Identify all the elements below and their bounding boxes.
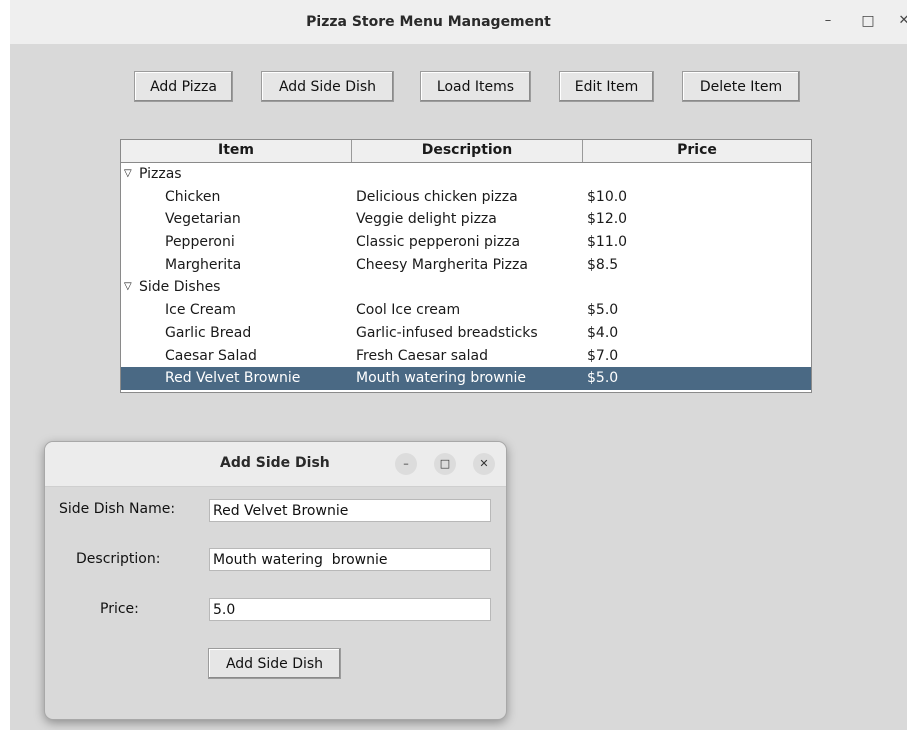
description-cell: Cool Ice cream — [356, 302, 461, 319]
description-cell: Veggie delight pizza — [356, 211, 497, 228]
dialog-title: Add Side Dish — [220, 455, 330, 471]
description-cell: Delicious chicken pizza — [356, 188, 518, 205]
dialog-close-icon[interactable]: ✕ — [473, 453, 495, 475]
item-cell: Chicken — [165, 188, 221, 205]
price-cell: $4.0 — [587, 324, 619, 341]
side-dish-name-input[interactable] — [209, 499, 491, 522]
table-row-selected[interactable]: Red Velvet Brownie Mouth watering browni… — [121, 367, 811, 390]
price-cell: $10.0 — [587, 188, 628, 205]
price-label: Price: — [100, 601, 139, 617]
dialog-maximize-icon[interactable]: □ — [434, 453, 456, 475]
minimize-icon[interactable]: – — [820, 13, 836, 29]
group-label: Side Dishes — [139, 279, 221, 296]
table-row[interactable]: Chicken Delicious chicken pizza $10.0 — [121, 186, 811, 209]
price-cell: $11.0 — [587, 234, 628, 251]
description-input[interactable] — [209, 548, 491, 571]
item-cell: Vegetarian — [165, 211, 241, 228]
price-cell: $5.0 — [587, 302, 619, 319]
price-cell: $7.0 — [587, 347, 619, 364]
table-row[interactable]: Caesar Salad Fresh Caesar salad $7.0 — [121, 345, 811, 368]
description-cell: Mouth watering brownie — [356, 370, 527, 387]
menu-tree[interactable]: Item Description Price ▽ Pizzas Chicken … — [120, 139, 812, 393]
add-pizza-button[interactable]: Add Pizza — [134, 71, 233, 102]
description-cell: Garlic-infused breadsticks — [356, 324, 538, 341]
item-cell: Red Velvet Brownie — [165, 370, 301, 387]
add-side-dish-button[interactable]: Add Side Dish — [261, 71, 394, 102]
description-label: Description: — [76, 551, 161, 567]
item-cell: Pepperoni — [165, 234, 235, 251]
price-cell: $8.5 — [587, 256, 619, 273]
item-cell: Garlic Bread — [165, 324, 252, 341]
dialog-titlebar[interactable]: Add Side Dish – □ ✕ — [45, 442, 506, 487]
add-side-dish-submit-button[interactable]: Add Side Dish — [208, 648, 341, 679]
side-dish-name-label: Side Dish Name: — [59, 501, 176, 517]
table-row[interactable]: Garlic Bread Garlic-infused breadsticks … — [121, 322, 811, 345]
edit-item-button[interactable]: Edit Item — [559, 71, 654, 102]
add-side-dish-dialog: Add Side Dish – □ ✕ Side Dish Name: Desc… — [44, 441, 507, 720]
expand-triangle-icon[interactable]: ▽ — [124, 276, 132, 299]
description-cell: Classic pepperoni pizza — [356, 234, 521, 251]
item-cell: Caesar Salad — [165, 347, 257, 364]
item-cell: Ice Cream — [165, 302, 236, 319]
group-label: Pizzas — [139, 166, 182, 182]
price-input[interactable] — [209, 598, 491, 621]
table-row[interactable]: Vegetarian Veggie delight pizza $12.0 — [121, 208, 811, 231]
dialog-minimize-icon[interactable]: – — [395, 453, 417, 475]
load-items-button[interactable]: Load Items — [420, 71, 531, 102]
column-header-price[interactable]: Price — [583, 140, 811, 162]
tree-header: Item Description Price — [121, 140, 811, 163]
tree-group-side-dishes[interactable]: ▽ Side Dishes — [121, 276, 811, 299]
window-title: Pizza Store Menu Management — [306, 14, 551, 30]
table-row[interactable]: Ice Cream Cool Ice cream $5.0 — [121, 299, 811, 322]
price-cell: $12.0 — [587, 211, 628, 228]
description-cell: Fresh Caesar salad — [356, 347, 488, 364]
item-cell: Margherita — [165, 256, 242, 273]
expand-triangle-icon[interactable]: ▽ — [124, 163, 132, 186]
column-header-item[interactable]: Item — [121, 140, 352, 162]
tree-group-pizzas[interactable]: ▽ Pizzas — [121, 163, 811, 186]
maximize-icon[interactable]: □ — [860, 13, 876, 29]
close-icon[interactable]: ✕ — [896, 13, 907, 29]
table-row[interactable]: Pepperoni Classic pepperoni pizza $11.0 — [121, 231, 811, 254]
delete-item-button[interactable]: Delete Item — [682, 71, 800, 102]
table-row[interactable]: Margherita Cheesy Margherita Pizza $8.5 — [121, 254, 811, 277]
column-header-description[interactable]: Description — [352, 140, 583, 162]
main-titlebar[interactable]: Pizza Store Menu Management – □ ✕ — [10, 0, 907, 44]
description-cell: Cheesy Margherita Pizza — [356, 256, 528, 273]
price-cell: $5.0 — [587, 370, 619, 387]
